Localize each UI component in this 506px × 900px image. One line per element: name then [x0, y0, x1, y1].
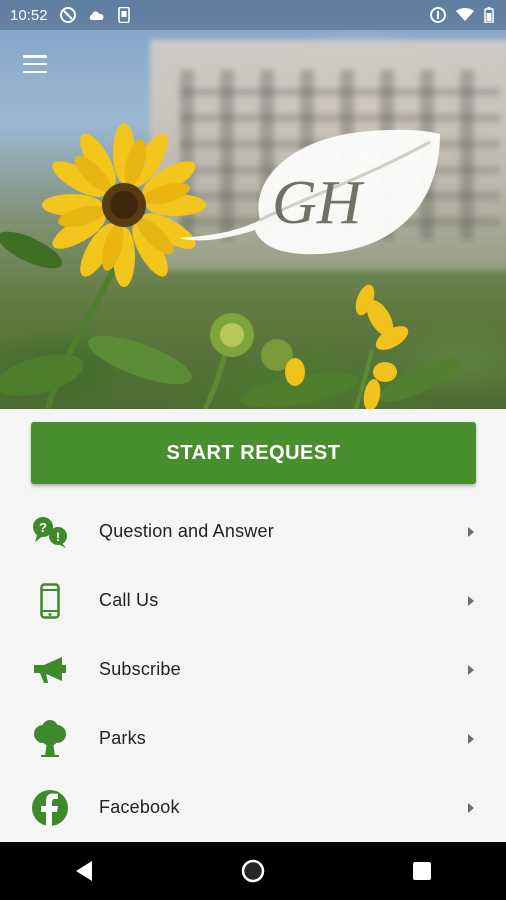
menu-item-label: Parks: [99, 728, 147, 748]
menu-list: ? ! Question and Answer Call Us Subscrib…: [0, 497, 506, 842]
chevron-right-icon: [468, 802, 474, 813]
menu-item-call-us[interactable]: Call Us: [0, 566, 506, 635]
do-not-disturb-icon: [59, 7, 76, 23]
cloud-icon: [89, 11, 103, 20]
home-icon[interactable]: [233, 851, 273, 891]
menu-item-subscribe[interactable]: Subscribe: [0, 635, 506, 704]
system-navigation-bar: [0, 842, 506, 900]
svg-text:?: ?: [39, 520, 47, 535]
back-icon[interactable]: [64, 851, 104, 891]
chevron-right-icon: [468, 595, 474, 606]
phone-icon: [117, 7, 130, 23]
battery-icon: [484, 7, 494, 23]
start-request-button[interactable]: START REQUEST: [31, 422, 476, 484]
recents-icon[interactable]: [402, 851, 442, 891]
svg-text:GH: GH: [272, 169, 365, 237]
megaphone-icon: [30, 650, 70, 690]
menu-item-parks[interactable]: Parks: [0, 704, 506, 773]
chevron-right-icon: [468, 733, 474, 744]
status-bar: 10:52: [0, 0, 506, 30]
location-circle-icon: [430, 7, 446, 23]
mobile-phone-icon: [30, 581, 70, 621]
menu-item-label: Call Us: [99, 590, 159, 610]
menu-item-label: Facebook: [99, 797, 180, 817]
gh-leaf-logo: GH: [180, 129, 440, 255]
menu-item-label: Subscribe: [99, 659, 181, 679]
svg-text:!: !: [56, 530, 60, 544]
menu-item-label: Question and Answer: [99, 521, 274, 541]
status-time: 10:52: [10, 6, 48, 24]
menu-item-facebook[interactable]: Facebook: [0, 773, 506, 842]
wifi-icon: [456, 8, 474, 21]
chevron-right-icon: [468, 526, 474, 537]
question-answer-icon: ? !: [30, 512, 70, 552]
hamburger-menu-icon[interactable]: [20, 52, 50, 76]
hero-banner: GH: [0, 0, 506, 409]
menu-item-question-and-answer[interactable]: ? ! Question and Answer: [0, 497, 506, 566]
chevron-right-icon: [468, 664, 474, 675]
tree-icon: [30, 719, 70, 759]
facebook-icon: [30, 788, 70, 828]
